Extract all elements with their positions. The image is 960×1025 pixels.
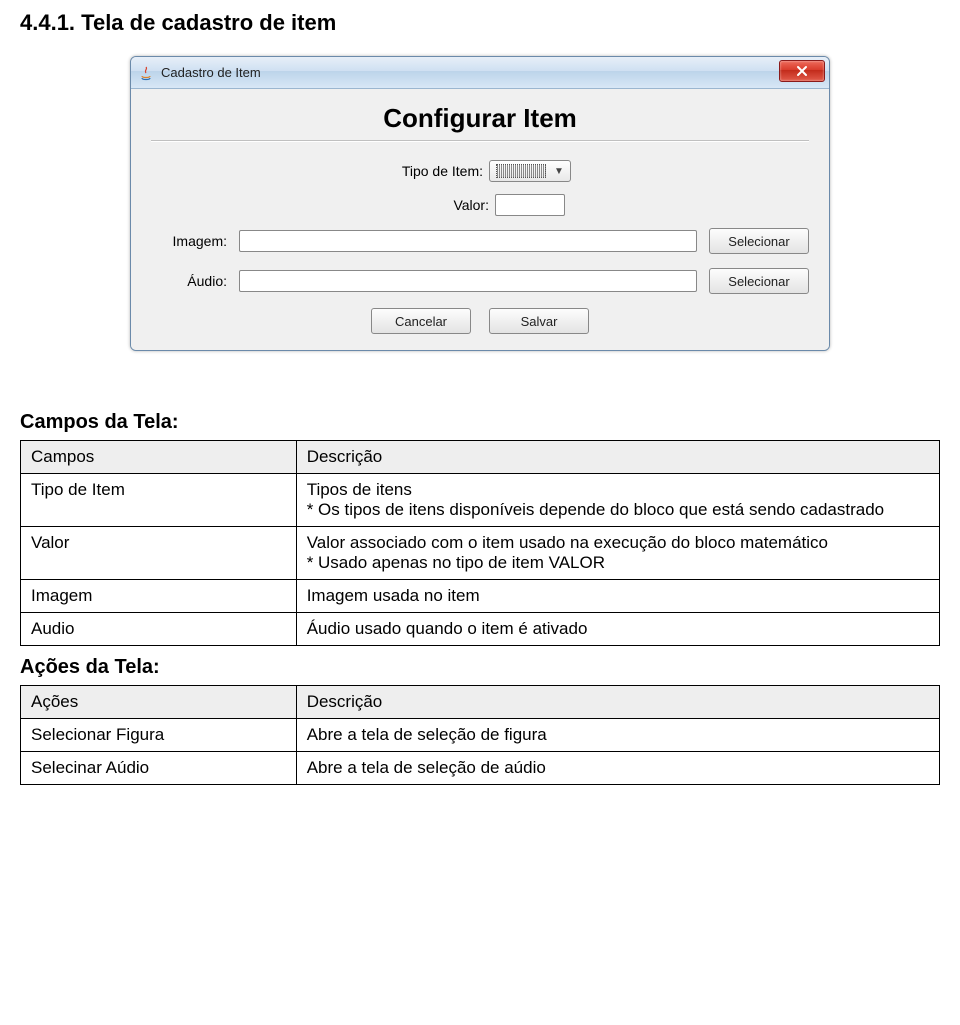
label-imagem: Imagem: <box>151 233 227 249</box>
acoes-head-col2: Descrição <box>296 686 939 719</box>
selecionar-imagem-button[interactable]: Selecionar <box>709 228 809 254</box>
imagem-input[interactable] <box>239 230 697 252</box>
close-icon <box>796 65 808 77</box>
combo-value <box>496 164 546 178</box>
campos-head-col1: Campos <box>21 441 297 474</box>
cell: Imagem <box>21 580 297 613</box>
dialog-body: Configurar Item Tipo de Item: ▼ Valor: I… <box>131 89 829 350</box>
label-valor: Valor: <box>395 197 495 213</box>
cell: Valor <box>21 527 297 580</box>
close-button[interactable] <box>779 60 825 82</box>
acoes-head-col1: Ações <box>21 686 297 719</box>
acoes-table: Ações Descrição Selecionar Figura Abre a… <box>20 685 940 785</box>
cell: Abre a tela de seleção de figura <box>296 719 939 752</box>
table-row: Selecinar Aúdio Abre a tela de seleção d… <box>21 752 940 785</box>
label-tipo: Tipo de Item: <box>389 163 489 179</box>
tipo-combobox[interactable]: ▼ <box>489 160 571 182</box>
valor-input[interactable] <box>495 194 565 216</box>
cell: Abre a tela de seleção de aúdio <box>296 752 939 785</box>
titlebar: Cadastro de Item <box>131 57 829 89</box>
label-audio: Áudio: <box>151 273 227 289</box>
campos-title: Campos da Tela: <box>20 411 940 434</box>
dialog-window: Cadastro de Item Configurar Item Tipo de… <box>130 56 830 351</box>
section-heading: 4.4.1. Tela de cadastro de item <box>20 10 940 36</box>
cell: Tipo de Item <box>21 474 297 527</box>
table-row: Selecionar Figura Abre a tela de seleção… <box>21 719 940 752</box>
table-row: Tipo de Item Tipos de itens* Os tipos de… <box>21 474 940 527</box>
campos-table: Campos Descrição Tipo de Item Tipos de i… <box>20 440 940 646</box>
window-title: Cadastro de Item <box>161 65 261 80</box>
table-row: Audio Áudio usado quando o item é ativad… <box>21 613 940 646</box>
cell: Selecionar Figura <box>21 719 297 752</box>
cell: Audio <box>21 613 297 646</box>
acoes-title: Ações da Tela: <box>20 656 940 679</box>
cell: Tipos de itens* Os tipos de itens dispon… <box>296 474 939 527</box>
java-icon <box>137 64 155 82</box>
dialog-heading: Configurar Item <box>151 103 809 134</box>
cell: Selecinar Aúdio <box>21 752 297 785</box>
salvar-button[interactable]: Salvar <box>489 308 589 334</box>
table-row: Imagem Imagem usada no item <box>21 580 940 613</box>
cell: Áudio usado quando o item é ativado <box>296 613 939 646</box>
campos-head-col2: Descrição <box>296 441 939 474</box>
cell: Valor associado com o item usado na exec… <box>296 527 939 580</box>
cell: Imagem usada no item <box>296 580 939 613</box>
audio-input[interactable] <box>239 270 697 292</box>
divider <box>151 140 809 142</box>
selecionar-audio-button[interactable]: Selecionar <box>709 268 809 294</box>
chevron-down-icon: ▼ <box>550 162 568 180</box>
table-row: Valor Valor associado com o item usado n… <box>21 527 940 580</box>
cancelar-button[interactable]: Cancelar <box>371 308 471 334</box>
